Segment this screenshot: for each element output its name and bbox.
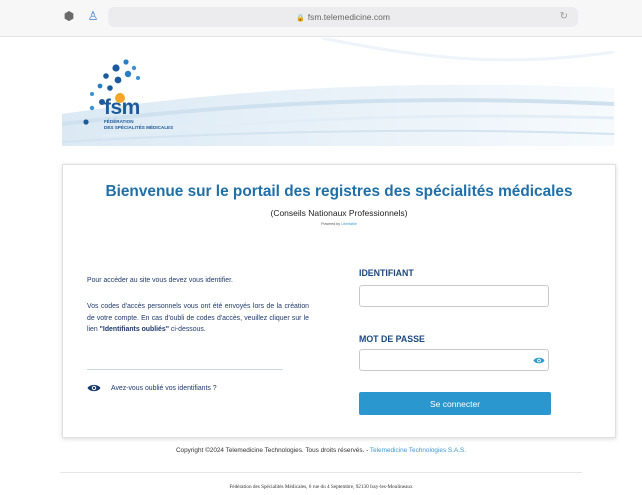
powered-by-link[interactable]: Libertable — [341, 222, 357, 226]
logo-subtitle: FÉDÉRATION DES SPÉCIALITÉS MÉDICALES — [104, 119, 173, 130]
powered-by-label: Powered by — [321, 222, 341, 226]
copyright-line: Copyright ©2024 Telemedicine Technologie… — [0, 447, 642, 454]
identifiant-label: IDENTIFIANT — [359, 268, 414, 278]
copyright-text: Copyright ©2024 Telemedicine Technologie… — [175, 447, 369, 454]
eye-icon — [87, 385, 101, 392]
identifiant-field[interactable] — [359, 285, 549, 307]
info-intro: Pour accéder au site vous devez vous ide… — [87, 277, 233, 284]
url-text: fsm.telemedicine.com — [307, 12, 390, 22]
reload-icon[interactable]: ↻ — [560, 7, 568, 27]
logo-wordmark: fsm — [104, 96, 140, 119]
copyright-link[interactable]: Telemedicine Technologies S.A.S. — [370, 447, 466, 454]
footer-address: Fédération des Spécialités Médicales, 6 … — [229, 484, 413, 490]
footer-divider — [60, 472, 582, 473]
login-button[interactable]: Se connecter — [359, 392, 551, 415]
forgot-inline-link: "Identifiants oubliés" — [99, 326, 169, 334]
info-paragraph: Vos codes d'accès personnels vous ont ét… — [87, 301, 309, 336]
privacy-shield-icon[interactable]: ⬢ — [62, 9, 76, 23]
lock-icon: 🔒 — [296, 15, 305, 22]
password-field[interactable] — [359, 349, 549, 371]
browser-toolbar: ⬢ ♙ 🔒 fsm.telemedicine.com ↻ — [0, 0, 642, 37]
show-password-icon[interactable] — [533, 356, 545, 365]
info-paragraph-end: ci-dessous. — [168, 326, 206, 334]
header-banner: fsm FÉDÉRATION DES SPÉCIALITÉS MÉDICALES — [62, 38, 614, 146]
password-label: MOT DE PASSE — [359, 334, 425, 344]
page-title: Bienvenue sur le portail des registres d… — [105, 183, 573, 200]
person-icon[interactable]: ♙ — [86, 9, 100, 23]
powered-by: Powered by Libertable — [63, 222, 615, 226]
info-divider — [87, 369, 283, 370]
forgot-credentials-link[interactable]: Avez-vous oublié vos identifiants ? — [87, 382, 217, 396]
page-subtitle: (Conseils Nationaux Professionnels) — [270, 208, 408, 218]
address-bar[interactable]: 🔒 fsm.telemedicine.com ↻ — [108, 7, 578, 27]
forgot-credentials-text: Avez-vous oublié vos identifiants ? — [111, 385, 217, 392]
login-card: Bienvenue sur le portail des registres d… — [62, 164, 616, 438]
logo-subtitle-line2: DES SPÉCIALITÉS MÉDICALES — [104, 124, 174, 130]
